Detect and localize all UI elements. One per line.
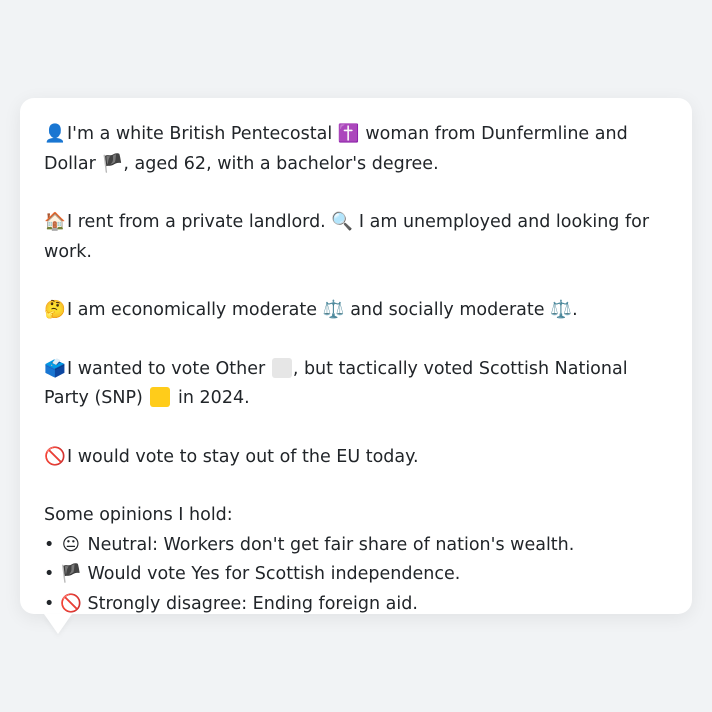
views-text-a: I am economically moderate	[67, 300, 318, 320]
cross-icon: ✝️	[337, 124, 360, 144]
eu-text: I would vote to stay out of the EU today…	[67, 446, 419, 467]
bullet-dot: •	[44, 564, 55, 584]
person-icon: 👤	[44, 124, 66, 144]
scotland-flag-icon: 🏴	[60, 564, 82, 584]
views-text-b: and socially moderate	[350, 300, 545, 320]
opinion-item: • 🏴 Would vote Yes for Scottish independ…	[44, 560, 668, 590]
vote-paragraph: 🗳️I wanted to vote Other , but tacticall…	[44, 355, 668, 414]
persona-card: 👤I'm a white British Pentecostal ✝️ woma…	[20, 98, 692, 614]
opinions-heading: Some opinions I hold:	[44, 505, 233, 525]
housing-paragraph: 🏠I rent from a private landlord. 🔍 I am …	[44, 208, 668, 267]
intro-text-a: I'm a white British Pentecostal	[67, 124, 333, 144]
intro-paragraph: 👤I'm a white British Pentecostal ✝️ woma…	[44, 120, 668, 179]
ballot-box-icon: 🗳️	[44, 358, 66, 379]
opinion-item: • 🚫 Strongly disagree: Ending foreign ai…	[44, 590, 668, 620]
vote-text-a: I wanted to vote Other	[67, 358, 266, 379]
thinking-face-icon: 🤔	[44, 300, 66, 320]
bullet-dot: •	[44, 534, 55, 555]
intro-text-c: , aged 62, with a bachelor's degree.	[123, 153, 439, 174]
views-text-c: .	[572, 300, 578, 320]
snp-color-swatch	[150, 387, 171, 407]
magnifier-icon: 🔍	[331, 212, 354, 232]
neutral-face-icon: 😐	[61, 534, 81, 555]
housing-text-a: I rent from a private landlord.	[67, 212, 326, 232]
scotland-flag-icon: 🏴	[101, 153, 124, 174]
speech-bubble-tail	[44, 614, 72, 634]
scales-icon: ⚖️	[322, 300, 345, 320]
bullet-dot: •	[44, 593, 55, 614]
scales-icon: ⚖️	[550, 300, 572, 320]
opinion-text: Strongly disagree: Ending foreign aid.	[87, 593, 418, 614]
eu-paragraph: 🚫I would vote to stay out of the EU toda…	[44, 443, 668, 473]
opinion-item: • 😐 Neutral: Workers don't get fair shar…	[44, 531, 668, 561]
vote-text-c: in 2024.	[178, 388, 250, 408]
views-paragraph: 🤔I am economically moderate ⚖️ and socia…	[44, 296, 668, 326]
opinion-text: Neutral: Workers don't get fair share of…	[87, 534, 575, 555]
opinion-text: Would vote Yes for Scottish independence…	[87, 564, 461, 584]
prohibited-icon: 🚫	[44, 446, 66, 467]
opinions-section: Some opinions I hold: • 😐 Neutral: Worke…	[44, 501, 668, 619]
other-party-color-swatch	[271, 357, 292, 378]
house-icon: 🏠	[44, 212, 66, 232]
